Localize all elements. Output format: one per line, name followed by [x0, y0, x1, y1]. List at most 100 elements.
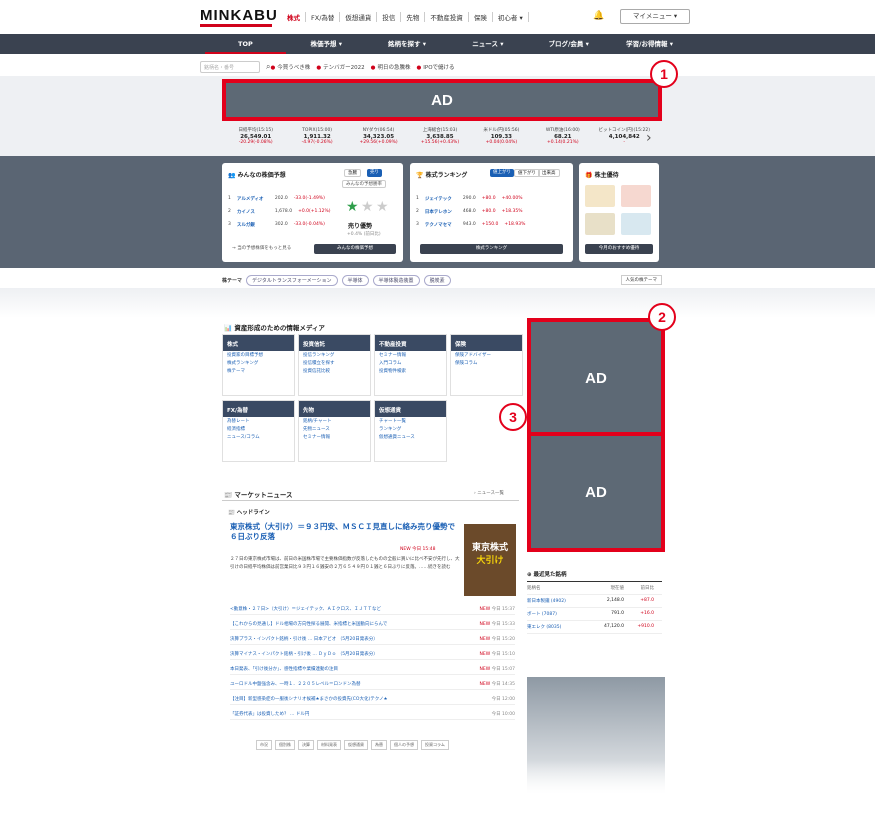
yutai-card: 🎁 株主優待 今月のおすすめ優待: [579, 163, 659, 262]
trend-link[interactable]: ● テンバガー2022: [316, 63, 364, 71]
theme-chip[interactable]: 脱炭素: [423, 274, 451, 286]
tab-sell[interactable]: 売り: [367, 169, 382, 177]
topnav-funds[interactable]: 投信: [377, 12, 402, 22]
bell-icon[interactable]: 🔔: [593, 11, 604, 21]
gift-image[interactable]: [585, 185, 615, 207]
top-headline[interactable]: 東京株式（大引け）＝９３円安、ＭＳＣＩ見直しに絡み売り優勢で６日ぶり反落: [230, 522, 462, 542]
tab-gainers[interactable]: 値上がり: [490, 169, 514, 177]
theme-chip[interactable]: デジタルトランスフォーメーション: [246, 274, 338, 286]
media-tile[interactable]: 先物 銘柄/チャート 先物ニュース セミナー情報: [298, 400, 371, 462]
mainnav-search-stocks[interactable]: 銘柄を探す ▾: [367, 34, 448, 54]
ticker-item[interactable]: 米ドル/円(05:56) 109.33 +0.04(0.04%): [471, 128, 532, 152]
news-category[interactable]: 個別株: [275, 740, 295, 750]
my-menu-button[interactable]: マイメニュー ▾: [620, 9, 690, 24]
news-category[interactable]: 為替: [371, 740, 387, 750]
mainnav-forecast[interactable]: 株価予想 ▾: [286, 34, 367, 54]
trend-link[interactable]: ● 今買うべき株: [270, 63, 310, 71]
ad-sidebar-1[interactable]: AD: [527, 318, 665, 438]
gift-image[interactable]: [585, 213, 615, 235]
news-row[interactable]: 本日発表、「引け後分か」、感性指標や業績連動の注目 NEW 今日 15:07: [230, 664, 515, 675]
news-row[interactable]: <動意株・２７日>（大引け）＝ジェイテック、ＡＩクロス、ＩＪＴＴなど NEW 今日…: [230, 604, 515, 615]
ad-banner-top[interactable]: AD: [222, 79, 662, 121]
mainnav-learning[interactable]: 学習/お得情報 ▾: [609, 34, 690, 54]
index-tickers: 日経平均(15:15) 26,549.01 -20.29(-0.08%) TOPIX…: [225, 128, 655, 152]
news-row[interactable]: 決算プラス・インパクト銘柄・引け後 … 日本アビオ （5月20日発表分） NEW …: [230, 634, 515, 645]
win-rate-link[interactable]: みんなの予想勝率: [342, 180, 386, 188]
news-row[interactable]: 【これからの見通し】ドル相場の方向性探る展開、米指標と米国動向にらんで NEW 今…: [230, 619, 515, 630]
search-icon[interactable]: ⌕: [266, 62, 270, 72]
topnav-realestate[interactable]: 不動産投資: [425, 12, 469, 22]
ranking-row[interactable]: 1 ジェイテック 290.0 +80.0 +40.00%: [416, 196, 523, 202]
media-tile[interactable]: FX/為替 為替レート 経済指標 ニュース/コラム: [222, 400, 295, 462]
forecast-pct: +0.4% (前日比): [347, 232, 381, 237]
topnav-futures[interactable]: 先物: [401, 12, 426, 22]
media-tile[interactable]: 仮想通貨 チャート一覧 ランキング 仮想通貨ニュース: [374, 400, 447, 462]
ticker-item[interactable]: TOPIX(15:00) 1,911.32 -4.97(-0.26%): [286, 128, 347, 152]
news-category[interactable]: 決算: [298, 740, 314, 750]
chevron-right-icon[interactable]: ›: [646, 130, 652, 146]
ranking-card: 🏆 株式ランキング 値上がり 値下がり 出来高 1 ジェイテック 290.0 +80.…: [410, 163, 573, 262]
topnav-crypto[interactable]: 仮想通貨: [340, 12, 378, 22]
news-row[interactable]: 決算マイナス・インパクト銘柄・引け後 … ＤｙＤｏ （5月20日発表分） NEW …: [230, 649, 515, 660]
theme-label: 株テーマ: [222, 277, 243, 284]
theme-chip[interactable]: 半導体: [341, 274, 369, 286]
tab-surge[interactable]: 急騰: [344, 169, 361, 177]
marker-3: 3: [499, 403, 527, 431]
topnav-beginner[interactable]: 初心者 ▾: [493, 12, 529, 22]
forecast-button[interactable]: みんなの株価予想: [314, 244, 396, 254]
band-fade: [0, 288, 875, 318]
trend-link[interactable]: ● 明日の急騰株: [371, 63, 411, 71]
site-logo[interactable]: MINKABU: [200, 7, 278, 24]
news-thumbnail[interactable]: 東京株式 大引け: [464, 524, 516, 596]
mainnav-news[interactable]: ニュース ▾: [447, 34, 528, 54]
recent-row[interactable]: ボート (7087) 791.0 +16.0: [527, 608, 662, 621]
forecast-row[interactable]: 3 スルガ銀 302.0 -33.0(-0.04%): [228, 222, 325, 228]
yutai-button[interactable]: 今月のおすすめ優待: [585, 244, 653, 254]
news-category[interactable]: 市況: [256, 740, 272, 750]
news-category[interactable]: 個人の予想: [390, 740, 418, 750]
topnav-insurance[interactable]: 保険: [469, 12, 493, 22]
tab-volume[interactable]: 出来高: [538, 169, 560, 177]
ticker-item[interactable]: 日経平均(15:15) 26,549.01 -20.29(-0.08%): [225, 128, 286, 152]
ranking-button[interactable]: 株式ランキング: [420, 244, 563, 254]
theme-row: 株テーマ デジタルトランスフォーメーション 半導体 半導体製造装置 脱炭素 人気…: [222, 274, 662, 286]
news-category[interactable]: 投資コラム: [421, 740, 449, 750]
search-input[interactable]: 銘柄名・番号: [200, 61, 260, 73]
gift-image[interactable]: [621, 213, 651, 235]
ad-sidebar-2[interactable]: AD: [527, 432, 665, 552]
recent-row[interactable]: 新日本製鐵 (4902) 2,148.0 +87.0: [527, 595, 662, 608]
headline-label: 📰 ヘッドライン: [228, 510, 270, 516]
topnav-fx[interactable]: FX/為替: [306, 12, 341, 22]
recent-header: 銘柄名 現在値 前日比: [527, 582, 662, 595]
theme-chip[interactable]: 半導体製造装置: [372, 274, 420, 286]
more-themes-link[interactable]: 人気の株テーマ: [620, 275, 662, 285]
media-tile[interactable]: 株式 投資家の目標予想 株式ランキング 株テーマ: [222, 334, 295, 396]
media-tile[interactable]: 不動産投資 セミナー情報 入門コラム 投資物件検索: [374, 334, 447, 396]
ranking-row[interactable]: 3 テクノマセマ 943.0 +150.0 +18.93%: [416, 222, 525, 228]
divider: [222, 500, 519, 501]
tab-losers[interactable]: 値下がり: [514, 169, 540, 177]
ticker-item[interactable]: WTI原油(16:00) 68.21 +0.14(0.21%): [532, 128, 593, 152]
news-category[interactable]: 仮想通貨: [344, 740, 368, 750]
media-tile[interactable]: 投資信託 投信ランキング 投信積立を探す 投資信託比較: [298, 334, 371, 396]
forecast-more-link[interactable]: → 当の予想株価をもっと見る: [232, 245, 291, 251]
media-tile[interactable]: 保険 保険アドバイザー 保険コラム: [450, 334, 523, 396]
mainnav-blog[interactable]: ブログ/会員 ▾: [528, 34, 609, 54]
news-list-link[interactable]: › ニュース一覧: [474, 490, 504, 496]
mainnav-top[interactable]: TOP: [205, 34, 286, 54]
news-row[interactable]: 【注目】新型感染症の一服後シナリオ候補★まさかの投資先(CO大化)テクノ★ 今日 …: [230, 694, 515, 705]
ticker-item[interactable]: NYダウ(06:54) 34,323.05 +29.56(+0.09%): [348, 128, 409, 152]
forecast-row[interactable]: 1 アルメディオ 202.0 -33.0(-1.49%): [228, 196, 325, 202]
ranking-row[interactable]: 2 日本テレホン 468.0 +80.0 +18.35%: [416, 209, 523, 215]
news-row[interactable]: ユーロドル中盤強含み、一時１．２２０５レベル＝ロンドン為替 NEW 今日 14:3…: [230, 679, 515, 690]
logo-underline: [200, 24, 272, 27]
recent-title: ⊕ 最近見た銘柄: [527, 570, 662, 582]
news-row[interactable]: 「証券代表」は投資しため？ … ドル円 今日 10:00: [230, 709, 515, 720]
recent-row[interactable]: 東エレク (8035) 47,120.0 +910.0: [527, 621, 662, 634]
ticker-item[interactable]: 上海総合(15:03) 3,638.85 +15.56(+0.43%): [409, 128, 470, 152]
forecast-row[interactable]: 2 カイノス 1,678.0 +0.0(+1.12%): [228, 209, 331, 215]
trend-link[interactable]: ● IPOで儲ける: [416, 63, 454, 71]
gift-image[interactable]: [621, 185, 651, 207]
topnav-stocks[interactable]: 株式: [282, 12, 306, 22]
news-category[interactable]: 材料発表: [317, 740, 341, 750]
